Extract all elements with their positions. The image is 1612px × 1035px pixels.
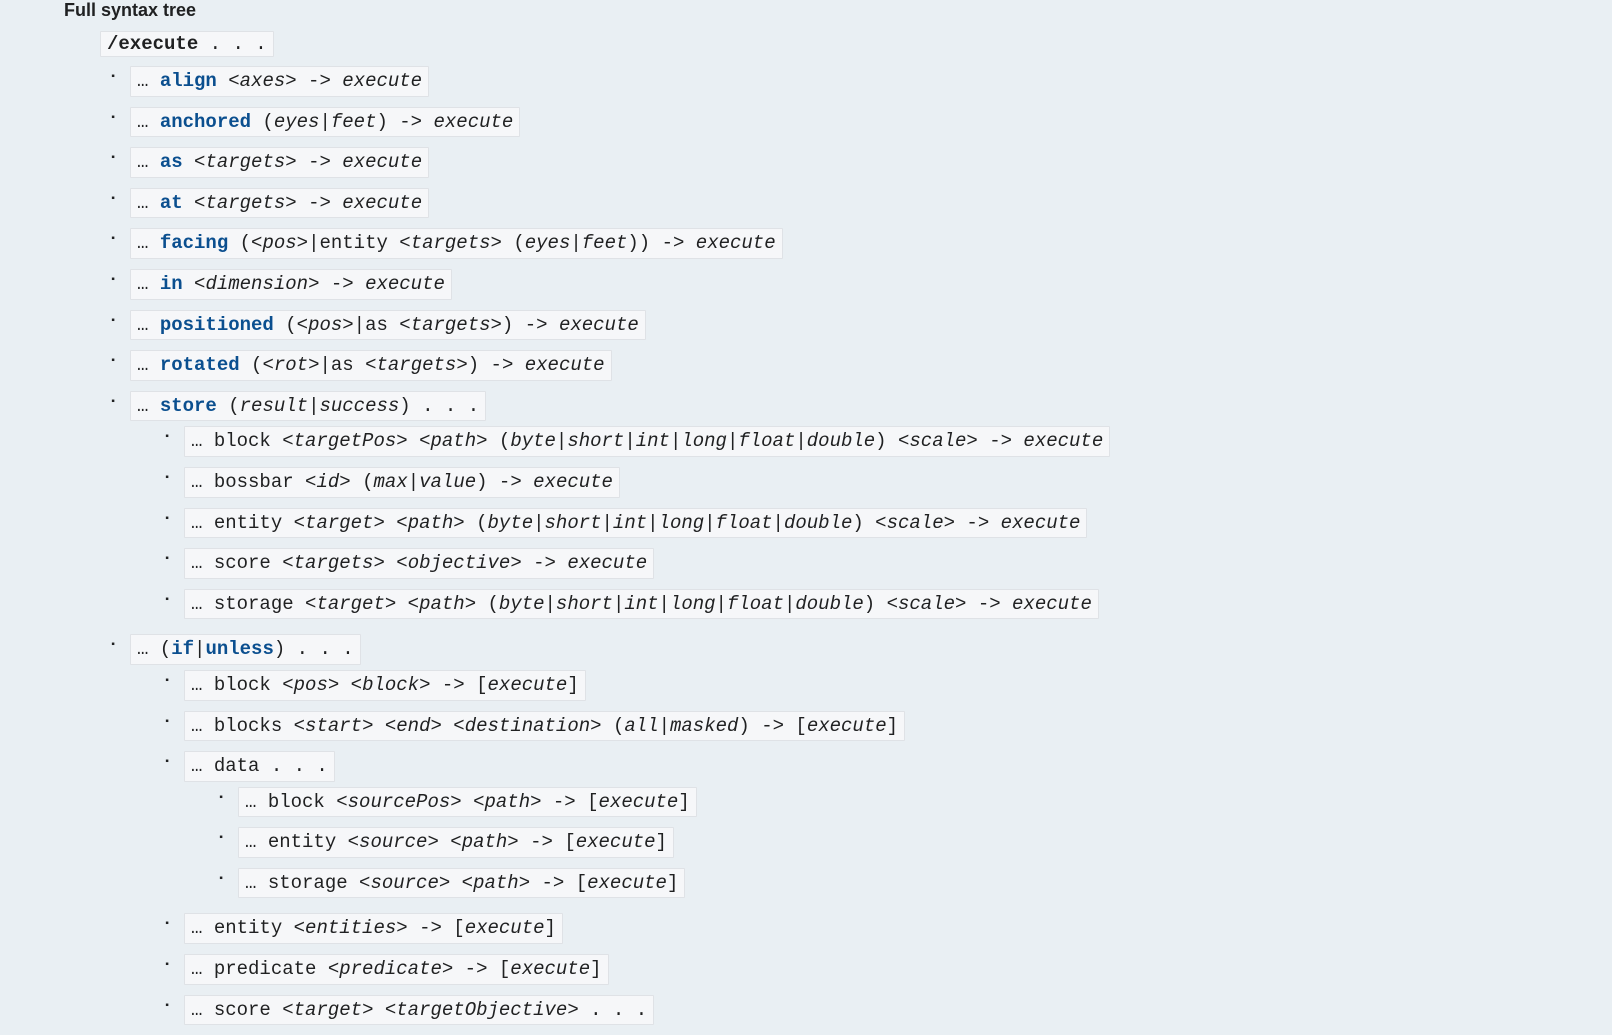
keyword-if[interactable]: if: [171, 638, 194, 660]
store-children: … block <targetPos> <path> (byte|short|i…: [130, 421, 1612, 624]
if-data-storage: … storage <source> <path> -> [execute]: [218, 863, 1612, 904]
if-entity: … entity <entities> -> [execute]: [164, 908, 1612, 949]
keyword-at[interactable]: at: [160, 192, 183, 214]
if-data-entity: … entity <source> <path> -> [execute]: [218, 822, 1612, 863]
keyword-as[interactable]: as: [160, 151, 183, 173]
keyword-in[interactable]: in: [160, 273, 183, 295]
if-block: … block <pos> <block> -> [execute]: [164, 665, 1612, 706]
syntax-tree-page: Full syntax tree /execute . . . … align …: [0, 0, 1612, 1035]
if-children: … block <pos> <block> -> [execute] … blo…: [130, 665, 1612, 1030]
if-predicate: … predicate <predicate> -> [execute]: [164, 949, 1612, 990]
syntax-node-store: … store (result|success) . . . … block <…: [110, 386, 1612, 630]
if-blocks: … blocks <start> <end> <destination> (al…: [164, 706, 1612, 747]
syntax-node-at: … at <targets> -> execute: [110, 183, 1612, 224]
syntax-node-positioned: … positioned (<pos>|as <targets>) -> exe…: [110, 305, 1612, 346]
keyword-align[interactable]: align: [160, 70, 217, 92]
ellipsis: …: [137, 111, 148, 133]
root-keyword: execute: [118, 33, 198, 55]
syntax-node-align: … align <axes> -> execute: [110, 61, 1612, 102]
ellipsis: …: [137, 70, 148, 92]
syntax-node-in: … in <dimension> -> execute: [110, 264, 1612, 305]
root-suffix: . . .: [198, 33, 266, 55]
store-block: … block <targetPos> <path> (byte|short|i…: [164, 421, 1612, 462]
store-storage: … storage <target> <path> (byte|short|in…: [164, 584, 1612, 625]
syntax-node-rotated: … rotated (<rot>|as <targets>) -> execut…: [110, 345, 1612, 386]
store-bossbar: … bossbar <id> (max|value) -> execute: [164, 462, 1612, 503]
store-entity: … entity <target> <path> (byte|short|int…: [164, 503, 1612, 544]
if-data-children: … block <sourcePos> <path> -> [execute] …: [184, 782, 1612, 904]
if-data-block: … block <sourcePos> <path> -> [execute]: [218, 782, 1612, 823]
keyword-unless[interactable]: unless: [205, 638, 273, 660]
keyword-store[interactable]: store: [160, 395, 217, 417]
keyword-facing[interactable]: facing: [160, 232, 228, 254]
root-command: /execute . . .: [0, 25, 1612, 61]
if-data: … data . . . … block <sourcePos> <path> …: [164, 746, 1612, 908]
syntax-node-anchored: … anchored (eyes|feet) -> execute: [110, 102, 1612, 143]
if-score: … score <target> <targetObjective> . . .: [164, 990, 1612, 1031]
root-slash: /: [107, 33, 118, 55]
syntax-node-facing: … facing (<pos>|entity <targets> (eyes|f…: [110, 223, 1612, 264]
syntax-node-if-unless: … (if|unless) . . . … block <pos> <block…: [110, 629, 1612, 1035]
keyword-positioned[interactable]: positioned: [160, 314, 274, 336]
return-execute: execute: [342, 70, 422, 92]
section-heading: Full syntax tree: [0, 0, 1612, 25]
syntax-node-as: … as <targets> -> execute: [110, 142, 1612, 183]
keyword-rotated[interactable]: rotated: [160, 354, 240, 376]
keyword-anchored[interactable]: anchored: [160, 111, 251, 133]
syntax-tree: … align <axes> -> execute … anchored (ey…: [0, 61, 1612, 1035]
store-score: … score <targets> <objective> -> execute: [164, 543, 1612, 584]
